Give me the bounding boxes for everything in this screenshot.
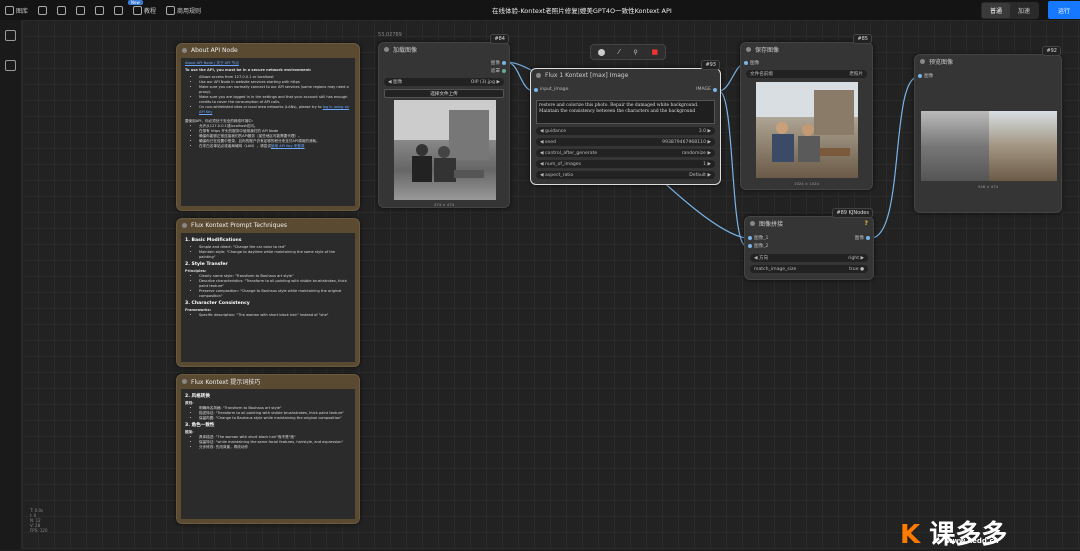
watermark-logo: K 课多多 [900, 520, 1008, 550]
node-id-badge: #84 [490, 34, 509, 44]
note-body: 2. 风格转换 原则: 明确命名风格: "Transform to Bauhau… [181, 389, 355, 519]
note-body: 1. Basic Modifications Simple and direct… [181, 233, 355, 362]
preview-image-node[interactable]: #92 预览图像 图像 948 × 474 [914, 46, 1062, 213]
node-position-label: 53,02789 [378, 32, 402, 38]
filename-prefix-widget[interactable]: 文件名前缀 老照片 [746, 70, 867, 78]
watermark-url: www.kedd.cn [946, 537, 999, 545]
slot-dot [534, 87, 538, 92]
node-id-badge: #89 KJNodes [832, 208, 873, 218]
link-stitch-to-preview [870, 76, 919, 239]
bw-photo-figures [394, 100, 496, 182]
help-icon[interactable]: ? [865, 220, 868, 227]
logo-k-mark: K [900, 520, 921, 550]
slot-dot [866, 236, 870, 240]
output-photo [756, 82, 858, 178]
image-stitch-node[interactable]: #89 KJNodes 图像拼接? 图像_1 图像_2 图像 ◀ 方向 right… [744, 208, 874, 280]
slot-dot [918, 74, 922, 78]
cn-api-key-link[interactable]: 使用 API Key 来登录 [271, 144, 305, 148]
image-size-caption: 474 × 474 [433, 202, 455, 207]
slot-dot [502, 69, 506, 73]
input-photo [394, 100, 496, 200]
image-select[interactable]: ◀ 图像 OIP (3).jpg ▶ [384, 78, 504, 86]
output-image-slot[interactable]: 图像 [855, 235, 870, 241]
save-image-node[interactable]: #85 保存图像 图像 文件名前缀 老照片 1024 × 1024 [740, 34, 873, 190]
node-dot [920, 58, 925, 64]
node-toolbar: ⁄ ⚲ ■ [590, 44, 666, 60]
upload-button[interactable]: 选择文件上传 [384, 89, 504, 98]
slot-dot [748, 244, 752, 248]
image-size-caption: 948 × 474 [977, 184, 999, 189]
pin-icon[interactable]: ⚲ [633, 49, 637, 56]
direction-widget[interactable]: ◀ 方向 right ▶ [750, 254, 868, 262]
slot-dot [744, 61, 748, 65]
num-images-widget[interactable]: ◀ num_of_images 1 ▶ [536, 160, 715, 168]
output-image[interactable]: 图像 [491, 60, 506, 66]
node-id-badge: #92 [1042, 46, 1061, 56]
node-dot [182, 222, 187, 228]
node-dot [536, 72, 541, 78]
prompt-textarea[interactable]: restore and colorize this photo. Repair … [536, 100, 715, 124]
node-dot [182, 47, 187, 53]
flux-kontext-node[interactable]: #93 Flux 1 Kontext [max] Image input_ima… [530, 60, 721, 185]
output-image-slot[interactable]: IMAGE [696, 87, 717, 92]
load-image-node[interactable]: #84 加载图像 图像 遮罩 ◀ 图像 OIP (3).jpg ▶ 选择文件上传 … [378, 34, 510, 208]
input-image-slot[interactable]: input_image [534, 87, 568, 92]
node-dot [746, 46, 751, 52]
node-dot [384, 46, 389, 52]
input-image2-slot[interactable]: 图像_2 [748, 243, 768, 249]
preview-right-color [989, 111, 1057, 181]
node-id-badge: #85 [853, 34, 872, 44]
match-size-toggle[interactable]: match_image_size true ● [750, 265, 868, 273]
slot-dot [748, 236, 752, 240]
color-photo-figures [756, 82, 858, 162]
prompt-cn-note[interactable]: Flux Kontext 提示词技巧 2. 风格转换 原则: 明确命名风格: "… [176, 374, 360, 524]
output-mask[interactable]: 遮罩 [491, 68, 506, 74]
preview-photo [921, 111, 1057, 181]
image-size-caption: 1024 × 1024 [794, 181, 819, 186]
color-icon[interactable] [597, 48, 605, 56]
canvas-stats: T: 0.0s I: 0 N: 12 V: 28 FPS: 120 [30, 508, 48, 533]
about-api-note[interactable]: About API Node About API Node | 关于 API 节… [176, 43, 360, 211]
node-id-badge: #93 [701, 60, 720, 70]
bypass-icon[interactable]: ⁄ [619, 48, 620, 56]
node-dot [750, 220, 755, 226]
delete-icon[interactable]: ■ [651, 48, 658, 56]
node-dot [182, 378, 187, 384]
input-image1-slot[interactable]: 图像_1 [748, 235, 768, 241]
control-after-generate-widget[interactable]: ◀ control_after_generate randomize ▶ [536, 149, 715, 157]
prompt-techniques-note[interactable]: Flux Kontext Prompt Techniques 1. Basic … [176, 218, 360, 367]
slot-dot [713, 87, 717, 92]
slot-dot [502, 61, 506, 65]
guidance-widget[interactable]: ◀ guidance 3.0 ▶ [536, 127, 715, 135]
preview-left-bw [921, 111, 989, 181]
about-link[interactable]: About API Node | 关于 API 节点 [185, 61, 239, 65]
input-image-slot[interactable]: 图像 [744, 60, 759, 66]
input-image-slot[interactable]: 图像 [918, 73, 933, 79]
note-body: About API Node | 关于 API 节点 To use the AP… [181, 58, 355, 206]
seed-widget[interactable]: ◀ seed 993879467968110 ▶ [536, 138, 715, 146]
aspect-ratio-widget[interactable]: ◀ aspect_ratio Default ▶ [536, 171, 715, 179]
